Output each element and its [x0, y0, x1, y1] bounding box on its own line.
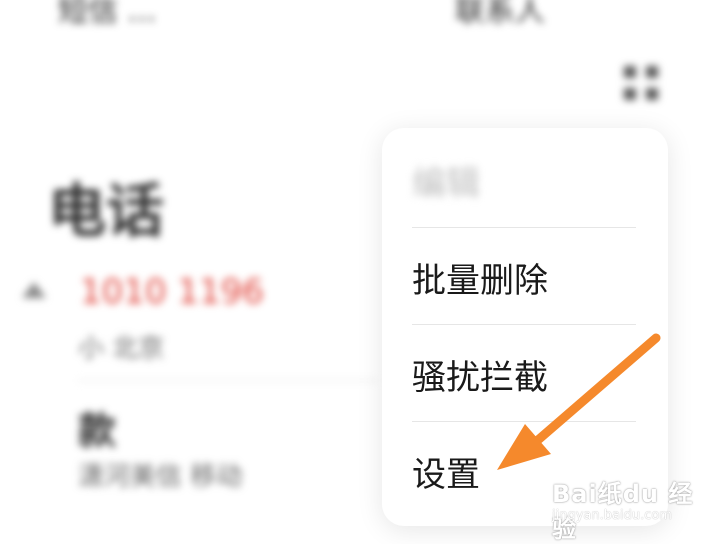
- baidu-watermark: Bai纸du 经验 jingyan.baidu.com: [552, 460, 712, 543]
- page-title: 电话: [48, 177, 165, 245]
- top-right-label: 联系人: [455, 0, 545, 29]
- menu-divider: [412, 227, 636, 228]
- missed-call-icon: [22, 282, 46, 298]
- menu-divider: [412, 324, 636, 325]
- menu-divider: [412, 421, 636, 422]
- watermark-url: jingyan.baidu.com: [552, 508, 672, 523]
- menu-item-batch-delete[interactable]: 批量删除: [412, 229, 636, 325]
- grid-icon[interactable]: [624, 66, 660, 102]
- menu-item-edit[interactable]: 编辑: [412, 132, 636, 228]
- divider: [78, 380, 378, 381]
- call-detail: 潇河美信 移动: [78, 462, 243, 492]
- call-number[interactable]: 1010 1196: [80, 272, 264, 312]
- top-left-label: 短信 ...: [58, 0, 157, 29]
- call-location: 小 北京: [78, 334, 165, 364]
- menu-item-spam-block[interactable]: 骚扰拦截: [412, 326, 636, 422]
- call-name[interactable]: 款: [78, 400, 116, 455]
